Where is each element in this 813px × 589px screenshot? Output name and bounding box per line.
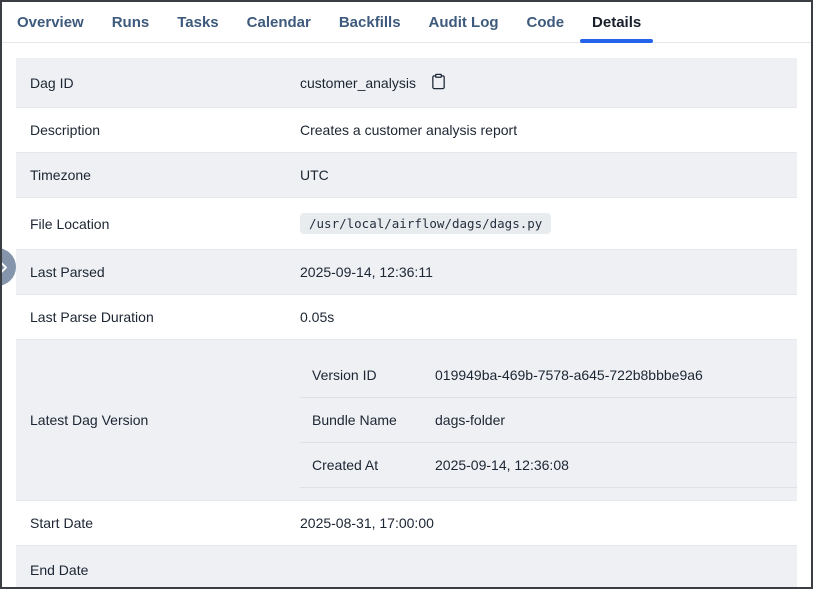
nested-row-label: Version ID <box>300 367 435 383</box>
row-value: 2025-09-14, 12:36:11 <box>300 264 433 280</box>
clipboard-copy-icon <box>430 73 447 93</box>
chevron-right-icon <box>0 260 11 275</box>
table-row-dag-id: Dag IDcustomer_analysis <box>16 58 797 108</box>
row-value-wrap: 2025-08-31, 17:00:00 <box>300 515 797 531</box>
row-label: Last Parse Duration <box>16 309 300 325</box>
table-row-latest-dag-version: Latest Dag VersionVersion ID019949ba-469… <box>16 340 797 501</box>
tab-overview[interactable]: Overview <box>3 2 98 42</box>
nested-row-value: 019949ba-469b-7578-a645-722b8bbbe9a6 <box>435 367 703 383</box>
row-value: 2025-08-31, 17:00:00 <box>300 515 434 531</box>
row-label: File Location <box>16 216 300 232</box>
row-value-wrap: 2025-09-14, 12:36:11 <box>300 264 797 280</box>
tab-calendar[interactable]: Calendar <box>233 2 325 42</box>
row-label: Latest Dag Version <box>16 412 300 428</box>
row-value: customer_analysis <box>300 75 416 91</box>
row-label: Dag ID <box>16 75 300 91</box>
table-row-last-parse-duration: Last Parse Duration0.05s <box>16 295 797 340</box>
nested-table: Version ID019949ba-469b-7578-a645-722b8b… <box>300 340 797 500</box>
table-row-description: DescriptionCreates a customer analysis r… <box>16 108 797 153</box>
nested-row-value: 2025-09-14, 12:36:08 <box>435 457 569 473</box>
row-value-wrap: Creates a customer analysis report <box>300 122 797 138</box>
dag-details-window: OverviewRunsTasksCalendarBackfillsAudit … <box>0 0 813 589</box>
tab-runs[interactable]: Runs <box>98 2 164 42</box>
nested-row-bundle-name: Bundle Namedags-folder <box>300 398 797 443</box>
row-value-wrap: customer_analysis <box>300 73 797 93</box>
copy-button[interactable] <box>430 73 447 93</box>
row-label: Timezone <box>16 167 300 183</box>
tab-bar: OverviewRunsTasksCalendarBackfillsAudit … <box>2 2 811 43</box>
tab-tasks[interactable]: Tasks <box>163 2 232 42</box>
row-value: Creates a customer analysis report <box>300 122 517 138</box>
row-label: Start Date <box>16 515 300 531</box>
tab-code[interactable]: Code <box>513 2 579 42</box>
code-chip: /usr/local/airflow/dags/dags.py <box>300 213 551 234</box>
row-value-wrap: 0.05s <box>300 309 797 325</box>
row-value-wrap: /usr/local/airflow/dags/dags.py <box>300 213 797 234</box>
nested-row-label: Created At <box>300 457 435 473</box>
table-row-last-parsed: Last Parsed2025-09-14, 12:36:11 <box>16 250 797 295</box>
tab-audit-log[interactable]: Audit Log <box>415 2 513 42</box>
details-table: Dag IDcustomer_analysisDescriptionCreate… <box>2 43 811 589</box>
nested-row-label: Bundle Name <box>300 412 435 428</box>
row-value: 0.05s <box>300 309 334 325</box>
nested-row-version-id: Version ID019949ba-469b-7578-a645-722b8b… <box>300 353 797 398</box>
table-row-timezone: TimezoneUTC <box>16 153 797 198</box>
table-row-file-location: File Location/usr/local/airflow/dags/dag… <box>16 198 797 250</box>
row-label: Last Parsed <box>16 264 300 280</box>
row-value-wrap: UTC <box>300 167 797 183</box>
nested-row-value: dags-folder <box>435 412 505 428</box>
row-value: UTC <box>300 167 329 183</box>
table-row-start-date: Start Date2025-08-31, 17:00:00 <box>16 501 797 546</box>
row-label: Description <box>16 122 300 138</box>
tab-details[interactable]: Details <box>578 2 655 42</box>
row-label: End Date <box>16 562 300 578</box>
tab-backfills[interactable]: Backfills <box>325 2 415 42</box>
table-row-end-date: End Date <box>16 546 797 589</box>
nested-row-created-at: Created At2025-09-14, 12:36:08 <box>300 443 797 488</box>
